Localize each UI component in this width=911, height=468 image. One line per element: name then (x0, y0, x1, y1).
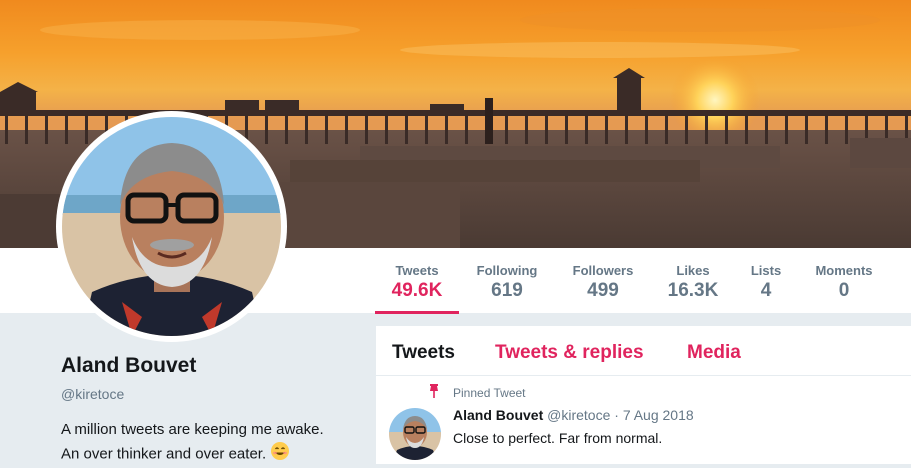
stat-label: Lists (750, 263, 782, 278)
timeline-tabs: Tweets Tweets & replies Media (376, 326, 911, 376)
stat-value: 499 (587, 280, 619, 301)
stat-value: 49.6K (391, 280, 443, 301)
tweet-header: Aland Bouvet @kiretoce · 7 Aug 2018 (453, 407, 694, 423)
tab-tweets[interactable]: Tweets (392, 342, 455, 364)
stat-following[interactable]: Following 619 (470, 248, 544, 314)
profile-avatar[interactable] (56, 111, 287, 342)
stat-value: 4 (760, 280, 772, 301)
tweet-author-handle[interactable]: @kiretoce (547, 407, 610, 423)
stat-followers[interactable]: Followers 499 (566, 248, 640, 314)
stat-label: Tweets (395, 263, 439, 278)
pinned-tweet-label: Pinned Tweet (453, 386, 526, 400)
bio-line-text: An over thinker and over eater. (61, 445, 267, 463)
bio-line: A million tweets are keeping me awake. (61, 421, 324, 438)
stat-label: Moments (815, 263, 873, 278)
stat-likes[interactable]: Likes 16.3K (660, 248, 726, 314)
stat-label: Followers (572, 263, 634, 278)
tweet-separator: · (614, 407, 619, 423)
stat-moments[interactable]: Moments 0 (808, 248, 880, 314)
stat-value: 16.3K (667, 280, 719, 301)
tweet-text: Close to perfect. Far from normal. (453, 430, 663, 446)
stat-tweets[interactable]: Tweets 49.6K (375, 248, 459, 314)
tweet-author-avatar[interactable] (389, 408, 441, 460)
profile-handle[interactable]: @kiretoce (61, 386, 124, 402)
stat-value: 0 (838, 280, 850, 301)
stat-label: Following (476, 263, 538, 278)
tab-media[interactable]: Media (687, 342, 741, 364)
tab-tweets-and-replies[interactable]: Tweets & replies (495, 342, 644, 364)
pin-icon (428, 384, 440, 403)
tweet-timestamp[interactable]: 7 Aug 2018 (623, 407, 694, 423)
profile-name[interactable]: Aland Bouvet (61, 354, 196, 378)
stat-value: 619 (491, 280, 523, 301)
stat-label: Likes (676, 263, 710, 278)
timeline: Tweets Tweets & replies Media Pinned Twe… (375, 326, 911, 464)
tweet-author-name[interactable]: Aland Bouvet (453, 407, 543, 423)
profile-bio: A million tweets are keeping me awake. A… (61, 418, 361, 468)
stat-lists[interactable]: Lists 4 (744, 248, 788, 314)
